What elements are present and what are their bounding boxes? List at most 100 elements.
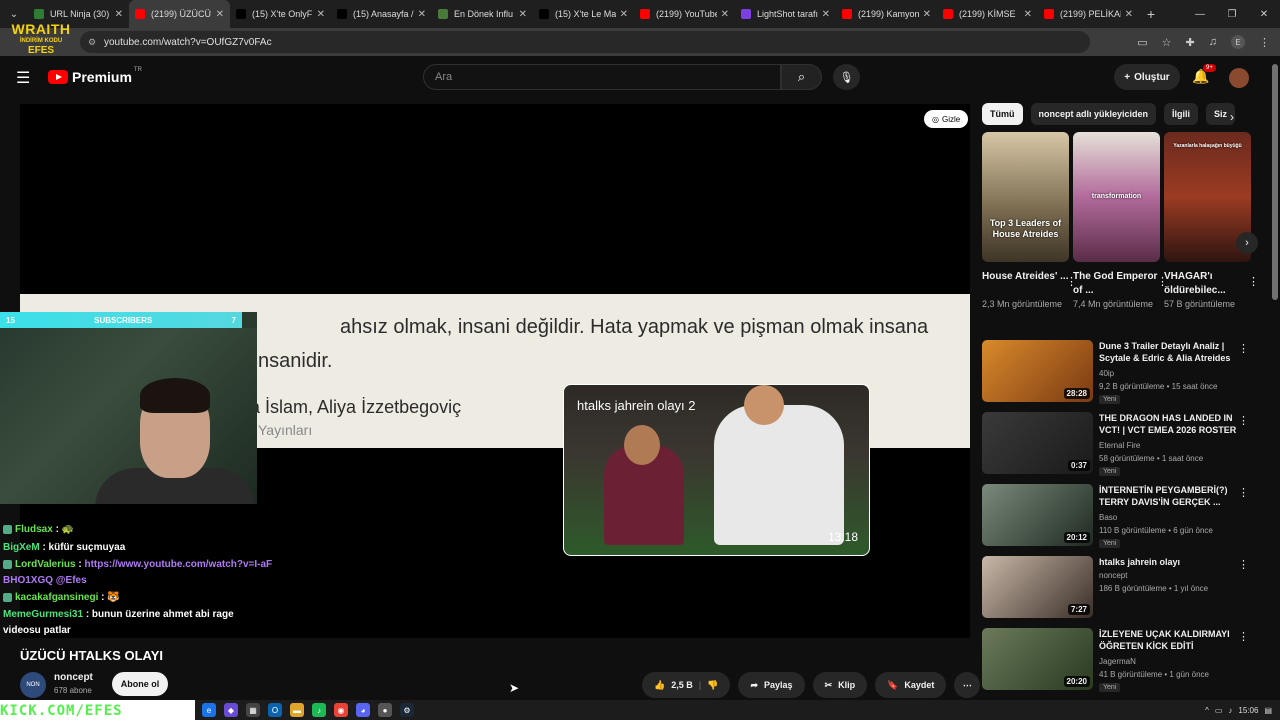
media-controls-icon[interactable]: ♫ xyxy=(1209,36,1217,48)
related-video[interactable]: 7:27 htalks jahrein olayı noncept 186 B … xyxy=(982,556,1272,628)
page-scrollbar[interactable] xyxy=(1272,64,1278,300)
related-video[interactable]: 20:20 İZLEYENE UÇAK KALDIRMAYI ÖĞRETEN K… xyxy=(982,628,1272,700)
minimize-button[interactable]: — xyxy=(1184,0,1216,28)
more-vert-icon[interactable]: ⋮ xyxy=(1238,630,1249,643)
install-app-icon[interactable]: ▭ xyxy=(1137,36,1147,49)
browser-menu-icon[interactable]: ⋮ xyxy=(1259,36,1270,49)
like-button[interactable]: 👍 2,5 B | 👎 xyxy=(642,672,731,698)
browser-tab[interactable]: (15) X'te OnlyF ✕ xyxy=(230,0,331,28)
outlook-icon[interactable]: O xyxy=(268,703,282,717)
more-vert-icon[interactable]: ⋮ xyxy=(1238,414,1249,427)
more-vert-icon[interactable]: ⋮ xyxy=(1238,558,1249,571)
youtube-logo[interactable]: Premium TR xyxy=(48,67,142,85)
create-button[interactable]: + Oluştur xyxy=(1114,64,1180,90)
search-button[interactable]: ⌕ xyxy=(781,64,822,90)
more-vert-icon[interactable]: ⋮ xyxy=(1238,342,1249,355)
browser-tab[interactable]: LightShot tarafı ✕ xyxy=(735,0,836,28)
spotify-icon[interactable]: ♪ xyxy=(312,703,326,717)
clip-button[interactable]: ✂ Klip xyxy=(812,672,868,698)
chat-username: BigXeM xyxy=(3,542,40,553)
emote-icon: 🐯 xyxy=(107,592,120,603)
quote-line-4: Yayınları xyxy=(258,422,313,438)
related-video[interactable]: 0:37 THE DRAGON HAS LANDED IN VCT! | VCT… xyxy=(982,412,1272,484)
search-input[interactable]: Ara xyxy=(423,64,781,90)
maximize-button[interactable]: ❐ xyxy=(1216,0,1248,28)
browser-tab[interactable]: (2199) ÜZÜCÜ ✕ xyxy=(129,0,230,28)
up-next-card[interactable]: htalks jahrein olayı 2 13:18 xyxy=(563,384,870,556)
browser-tab[interactable]: (2199) Kamyon ✕ xyxy=(836,0,937,28)
clock[interactable]: 15:06 xyxy=(1238,706,1258,715)
related-video[interactable]: 28:28 Dune 3 Trailer Detaylı Analiz | Sc… xyxy=(982,340,1272,412)
close-tab-icon[interactable]: ✕ xyxy=(519,9,527,20)
close-tab-icon[interactable]: ✕ xyxy=(216,9,224,20)
share-button[interactable]: ➦ Paylaş xyxy=(738,672,805,698)
save-button[interactable]: 🔖 Kaydet xyxy=(875,672,947,698)
close-window-button[interactable]: ✕ xyxy=(1248,0,1280,28)
chat-badge-icon xyxy=(3,524,12,534)
volume-icon[interactable]: ♪ xyxy=(1228,706,1232,715)
browser-tab[interactable]: (2199) YouTube ✕ xyxy=(634,0,735,28)
url-ninja-icon xyxy=(34,9,44,19)
close-tab-icon[interactable]: ✕ xyxy=(1024,9,1032,20)
browser-tab[interactable]: En Dönek Influ ✕ xyxy=(432,0,533,28)
bookmark-star-icon[interactable]: ☆ xyxy=(1162,36,1172,49)
notification-center-icon[interactable]: ▤ xyxy=(1264,706,1272,715)
steam-icon[interactable]: ⚙ xyxy=(400,703,414,717)
video-duration: 7:27 xyxy=(1067,604,1090,615)
hide-overlay-button[interactable]: ◎ Gizle xyxy=(924,110,969,128)
chat-message: MemeGurmesi31 : bunun üzerine ahmet abi … xyxy=(3,607,273,639)
chip-from-uploader[interactable]: noncept adlı yükleyiciden xyxy=(1030,103,1157,125)
network-icon[interactable]: ▭ xyxy=(1215,706,1223,715)
chevron-right-icon[interactable]: › xyxy=(1230,110,1234,124)
related-video[interactable]: 20:12 İNTERNETİN PEYGAMBERİ(?) TERRY DAV… xyxy=(982,484,1272,556)
edge-icon[interactable]: e xyxy=(202,703,216,717)
thumbs-down-icon[interactable]: 👎 xyxy=(707,680,718,691)
subscribe-button[interactable]: Abone ol xyxy=(112,672,168,696)
new-tab-button[interactable]: + xyxy=(1139,6,1163,22)
browser-tab[interactable]: (15) Anasayfa / ✕ xyxy=(331,0,432,28)
extensions-icon[interactable]: ✚ xyxy=(1186,36,1195,49)
chip-related[interactable]: İlgili xyxy=(1164,103,1199,125)
close-tab-icon[interactable]: ✕ xyxy=(822,9,830,20)
notifications-button[interactable]: 🔔 9+ xyxy=(1192,64,1216,85)
browser-tab-bar: ⌄ URL Ninja (30) ✕ (2199) ÜZÜCÜ ✕ (15) X'te … xyxy=(0,0,1280,28)
close-tab-icon[interactable]: ✕ xyxy=(418,9,426,20)
site-info-icon[interactable]: ⚙ xyxy=(88,37,96,48)
close-tab-icon[interactable]: ✕ xyxy=(620,9,628,20)
video-duration: 20:20 xyxy=(1063,676,1090,687)
browser-tab[interactable]: (2199) KİMSE ✕ xyxy=(937,0,1038,28)
account-avatar[interactable] xyxy=(1229,68,1249,88)
os-taskbar: e ◆ ▦ O ▬ ♪ ◉ ◕ ● ⚙ ^ ▭ ♪ 15:06 ▤ xyxy=(0,700,1280,720)
short-card[interactable]: Top 3 Leaders of House Atreides House At… xyxy=(982,132,1077,311)
chip-all[interactable]: Tümü xyxy=(982,103,1023,125)
chrome-icon[interactable]: ◉ xyxy=(334,703,348,717)
profile-avatar[interactable]: E xyxy=(1231,35,1245,49)
close-tab-icon[interactable]: ✕ xyxy=(317,9,325,20)
voice-search-button[interactable]: 🎙 xyxy=(833,64,860,90)
video-item-views: 41 B görüntüleme • 1 gün önce xyxy=(1099,670,1209,679)
close-tab-icon[interactable]: ✕ xyxy=(923,9,931,20)
short-card[interactable]: transformation The God Emperor of ... 7,… xyxy=(1073,132,1168,311)
store-icon[interactable]: ▦ xyxy=(246,703,260,717)
browser-tab[interactable]: (2199) PELİKAN ✕ xyxy=(1038,0,1139,28)
more-vert-icon[interactable]: ⋮ xyxy=(1248,275,1259,288)
video-item-title: htalks jahrein olayı xyxy=(1099,557,1181,567)
close-tab-icon[interactable]: ✕ xyxy=(721,9,729,20)
channel-avatar[interactable]: NON xyxy=(20,672,46,698)
emote-icon: 🐢 xyxy=(61,524,75,535)
close-tab-icon[interactable]: ✕ xyxy=(115,9,123,20)
more-actions-button[interactable]: ⋯ xyxy=(954,672,981,698)
folder-icon[interactable]: ▬ xyxy=(290,703,304,717)
copilot-icon[interactable]: ◆ xyxy=(224,703,238,717)
tray-chevron-icon[interactable]: ^ xyxy=(1205,706,1209,715)
short-card[interactable]: Yazanlarla halaşağın büyüğü VHAGAR'ı öld… xyxy=(1164,132,1259,311)
channel-name[interactable]: noncept xyxy=(54,672,93,683)
shorts-next-button[interactable]: › xyxy=(1236,232,1258,254)
obs-icon[interactable]: ● xyxy=(378,703,392,717)
menu-icon[interactable]: ☰ xyxy=(16,68,30,88)
close-tab-icon[interactable]: ✕ xyxy=(1125,9,1133,20)
omnibox[interactable]: ⚙ youtube.com/watch?v=OUfGZ7v0FAc xyxy=(80,31,1090,53)
discord-icon[interactable]: ◕ xyxy=(356,703,370,717)
browser-tab[interactable]: (15) X'te Le Ma ✕ xyxy=(533,0,634,28)
more-vert-icon[interactable]: ⋮ xyxy=(1238,486,1249,499)
